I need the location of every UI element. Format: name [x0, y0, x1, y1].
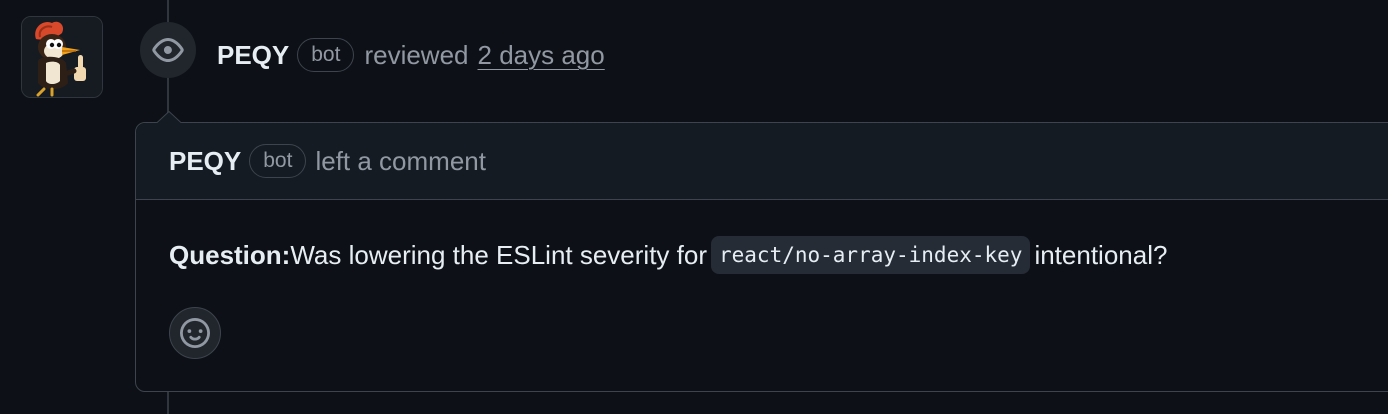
comment-text-before: Was lowering the ESLint severity for: [290, 239, 707, 270]
review-header: PEQY bot reviewed 2 days ago: [217, 37, 605, 73]
review-event-badge: [140, 22, 196, 78]
smiley-icon: [180, 318, 210, 348]
comment-header: PEQY bot left a comment: [136, 123, 1388, 200]
woodpecker-avatar-icon: [22, 17, 102, 97]
inline-code: react/no-array-index-key: [711, 236, 1031, 274]
review-action-text: reviewed: [364, 39, 469, 70]
bot-badge: bot: [297, 38, 355, 72]
comment-text: Question: Was lowering the ESLint severi…: [169, 236, 1167, 274]
comment-author-link[interactable]: PEQY: [169, 146, 241, 177]
comment-action-text: left a comment: [315, 145, 486, 176]
eye-icon: [152, 38, 184, 62]
comment-text-after: intentional?: [1034, 239, 1168, 270]
bot-badge: bot: [249, 144, 307, 178]
avatar[interactable]: [21, 16, 103, 98]
review-comment-box: PEQY bot left a comment Question: Was lo…: [135, 122, 1388, 392]
add-reaction-button[interactable]: [169, 307, 221, 359]
review-timestamp-link[interactable]: 2 days ago: [478, 40, 605, 71]
review-author-link[interactable]: PEQY: [217, 40, 289, 71]
comment-label: Question:: [169, 239, 291, 270]
